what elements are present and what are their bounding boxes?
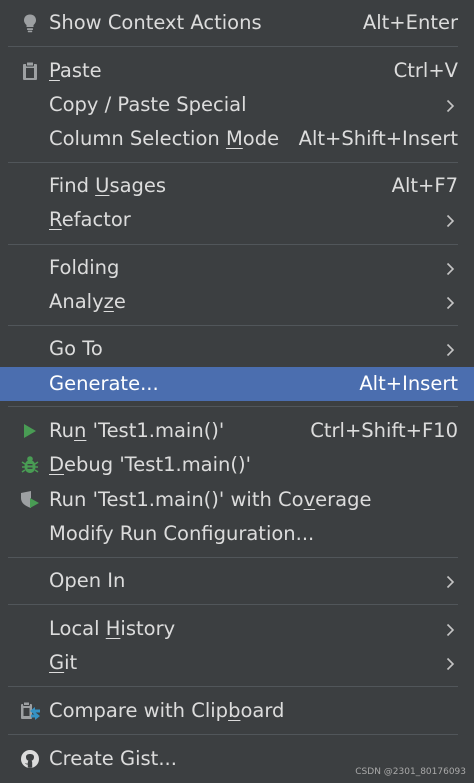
menu-item-label: Generate... bbox=[49, 372, 159, 395]
separator bbox=[8, 557, 458, 558]
menu-item-label: Git bbox=[49, 651, 78, 674]
menu-item-label: Debug 'Test1.main()' bbox=[49, 453, 251, 476]
lightbulb-icon bbox=[19, 13, 41, 33]
menu-item-run-with-coverage[interactable]: Run 'Test1.main()' with Coverage bbox=[0, 483, 474, 517]
menu-item-copy-paste-special[interactable]: Copy / Paste Special bbox=[0, 88, 474, 122]
menu-item-run[interactable]: Run 'Test1.main()' Ctrl+Shift+F10 bbox=[0, 414, 474, 448]
chevron-right-icon bbox=[446, 213, 455, 228]
menu-item-generate[interactable]: Generate... Alt+Insert bbox=[0, 367, 474, 401]
menu-item-refactor[interactable]: Refactor bbox=[0, 203, 474, 237]
chevron-right-icon bbox=[446, 656, 455, 671]
menu-item-folding[interactable]: Folding bbox=[0, 251, 474, 285]
shortcut-text: Alt+F7 bbox=[391, 174, 458, 197]
menu-item-label: Column Selection Mode bbox=[49, 127, 280, 150]
menu-item-label: Create Gist... bbox=[49, 747, 177, 770]
menu-item-go-to[interactable]: Go To bbox=[0, 332, 474, 366]
separator bbox=[8, 162, 458, 163]
menu-item-modify-run-configuration[interactable]: Modify Run Configuration... bbox=[0, 517, 474, 551]
menu-item-label: Local History bbox=[49, 617, 176, 640]
separator bbox=[8, 325, 458, 326]
menu-item-label: Go To bbox=[49, 337, 103, 360]
menu-item-label: Show Context Actions bbox=[49, 11, 262, 34]
menu-item-label: Compare with Clipboard bbox=[49, 699, 285, 722]
chevron-right-icon bbox=[446, 622, 455, 637]
separator bbox=[8, 734, 458, 735]
run-triangle-icon bbox=[19, 421, 41, 441]
separator bbox=[8, 46, 458, 47]
menu-item-label: Copy / Paste Special bbox=[49, 93, 247, 116]
coverage-shield-icon bbox=[19, 490, 41, 510]
menu-item-label: Run 'Test1.main()' bbox=[49, 419, 225, 442]
shortcut-text: Alt+Enter bbox=[362, 11, 458, 34]
menu-item-open-in[interactable]: Open In bbox=[0, 564, 474, 598]
chevron-right-icon bbox=[446, 261, 455, 276]
watermark: CSDN @2301_80176093 bbox=[355, 767, 466, 777]
bug-icon bbox=[19, 455, 41, 475]
menu-item-label: Open In bbox=[49, 569, 126, 592]
github-icon bbox=[19, 749, 41, 769]
menu-item-label: Analyze bbox=[49, 290, 126, 313]
menu-item-show-context-actions[interactable]: Show Context Actions Alt+Enter bbox=[0, 6, 474, 40]
separator bbox=[8, 244, 458, 245]
menu-item-debug[interactable]: Debug 'Test1.main()' bbox=[0, 448, 474, 482]
chevron-right-icon bbox=[446, 295, 455, 310]
menu-item-label: Find Usages bbox=[49, 174, 167, 197]
menu-item-column-selection-mode[interactable]: Column Selection Mode Alt+Shift+Insert bbox=[0, 122, 474, 156]
menu-item-label: Refactor bbox=[49, 208, 131, 231]
menu-item-label: Folding bbox=[49, 256, 120, 279]
menu-item-label: Paste bbox=[49, 59, 102, 82]
chevron-right-icon bbox=[446, 342, 455, 357]
shortcut-text: Ctrl+V bbox=[393, 59, 458, 82]
compare-clipboard-icon bbox=[19, 701, 41, 721]
shortcut-text: Alt+Shift+Insert bbox=[298, 127, 458, 150]
shortcut-text: Ctrl+Shift+F10 bbox=[310, 419, 458, 442]
separator bbox=[8, 686, 458, 687]
menu-item-find-usages[interactable]: Find Usages Alt+F7 bbox=[0, 169, 474, 203]
separator bbox=[8, 604, 458, 605]
chevron-right-icon bbox=[446, 98, 455, 113]
shortcut-text: Alt+Insert bbox=[359, 372, 458, 395]
context-menu: Show Context Actions Alt+Enter Paste Ctr… bbox=[0, 0, 474, 783]
menu-item-label: Run 'Test1.main()' with Coverage bbox=[49, 488, 372, 511]
menu-item-local-history[interactable]: Local History bbox=[0, 612, 474, 646]
menu-item-paste[interactable]: Paste Ctrl+V bbox=[0, 54, 474, 88]
menu-item-label: Modify Run Configuration... bbox=[49, 522, 315, 545]
clipboard-icon bbox=[19, 61, 41, 81]
chevron-right-icon bbox=[446, 574, 455, 589]
separator bbox=[8, 406, 458, 407]
menu-item-analyze[interactable]: Analyze bbox=[0, 285, 474, 319]
menu-item-git[interactable]: Git bbox=[0, 646, 474, 680]
menu-item-compare-with-clipboard[interactable]: Compare with Clipboard bbox=[0, 694, 474, 728]
